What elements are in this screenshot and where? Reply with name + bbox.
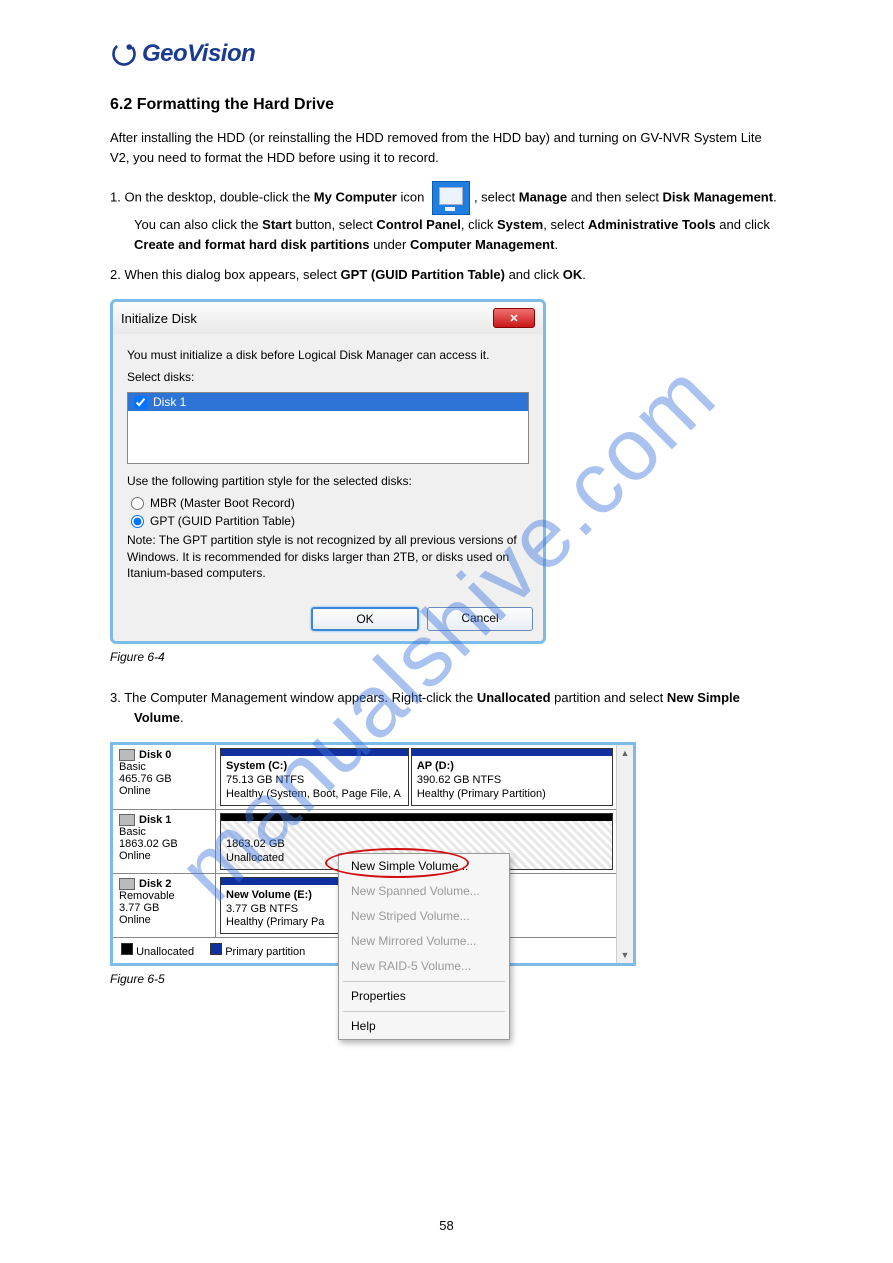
logo-text: GeoVision bbox=[142, 40, 255, 68]
scroll-up-icon[interactable]: ▲ bbox=[621, 745, 630, 761]
scrollbar[interactable]: ▲ ▼ bbox=[616, 745, 633, 963]
legend-swatch-unallocated bbox=[121, 943, 133, 955]
disk-row-0: Disk 0 Basic 465.76 GB Online System (C:… bbox=[113, 745, 617, 808]
partition-system-c[interactable]: System (C:)75.13 GB NTFSHealthy (System,… bbox=[220, 748, 409, 805]
disk-icon bbox=[119, 814, 135, 826]
partition-ap-d[interactable]: AP (D:)390.62 GB NTFSHealthy (Primary Pa… bbox=[411, 748, 613, 805]
disk-icon bbox=[119, 878, 135, 890]
scroll-down-icon[interactable]: ▼ bbox=[621, 947, 630, 963]
menu-new-mirrored-volume: New Mirrored Volume... bbox=[339, 929, 509, 954]
dialog-message: You must initialize a disk before Logica… bbox=[127, 348, 529, 362]
menu-separator bbox=[343, 1011, 505, 1012]
radio-gpt[interactable]: GPT (GUID Partition Table) bbox=[131, 514, 529, 528]
menu-new-striped-volume: New Striped Volume... bbox=[339, 904, 509, 929]
dialog-title: Initialize Disk bbox=[121, 311, 197, 326]
intro-paragraph: After installing the HDD (or reinstallin… bbox=[110, 128, 783, 167]
partition-new-volume-e[interactable]: New Volume (E:)3.77 GB NTFSHealthy (Prim… bbox=[220, 877, 350, 934]
brand-logo: GeoVision bbox=[110, 40, 783, 68]
step-3: 3. The Computer Management window appear… bbox=[110, 688, 783, 728]
logo-mark-icon bbox=[110, 40, 138, 68]
step-2: 2. When this dialog box appears, select … bbox=[110, 265, 783, 285]
dialog-note: Note: The GPT partition style is not rec… bbox=[127, 532, 529, 581]
menu-new-raid5-volume: New RAID-5 Volume... bbox=[339, 954, 509, 979]
legend-swatch-primary bbox=[210, 943, 222, 955]
ok-button[interactable]: OK bbox=[311, 607, 419, 631]
menu-separator bbox=[343, 981, 505, 982]
disk-listbox[interactable]: Disk 1 bbox=[127, 392, 529, 464]
disk-checkbox[interactable] bbox=[134, 396, 147, 409]
radio-gpt-input[interactable] bbox=[131, 515, 144, 528]
figure-1-caption: Figure 6-4 bbox=[110, 650, 783, 664]
radio-mbr[interactable]: MBR (Master Boot Record) bbox=[131, 496, 529, 510]
cancel-button[interactable]: Cancel bbox=[427, 607, 533, 631]
menu-help[interactable]: Help bbox=[339, 1014, 509, 1039]
disk-0-info: Disk 0 Basic 465.76 GB Online bbox=[113, 745, 216, 808]
select-disks-label: Select disks: bbox=[127, 370, 529, 384]
context-menu: New Simple Volume... New Spanned Volume.… bbox=[338, 853, 510, 1040]
my-computer-icon bbox=[432, 181, 470, 215]
menu-new-simple-volume[interactable]: New Simple Volume... bbox=[339, 854, 509, 879]
close-button[interactable]: ✕ bbox=[493, 308, 535, 328]
radio-mbr-input[interactable] bbox=[131, 497, 144, 510]
step-1: 1. On the desktop, double-click the My C… bbox=[110, 181, 783, 255]
menu-new-spanned-volume: New Spanned Volume... bbox=[339, 879, 509, 904]
partition-style-label: Use the following partition style for th… bbox=[127, 474, 529, 488]
figure-initialize-disk: Initialize Disk ✕ You must initialize a … bbox=[110, 299, 783, 664]
disk-list-item[interactable]: Disk 1 bbox=[128, 393, 528, 411]
disk-icon bbox=[119, 749, 135, 761]
initialize-disk-dialog: Initialize Disk ✕ You must initialize a … bbox=[110, 299, 546, 644]
section-heading: 6.2 Formatting the Hard Drive bbox=[110, 96, 783, 114]
disk-management-window: Disk 0 Basic 465.76 GB Online System (C:… bbox=[110, 742, 636, 966]
figure-disk-management: Disk 0 Basic 465.76 GB Online System (C:… bbox=[110, 742, 783, 986]
menu-properties[interactable]: Properties bbox=[339, 984, 509, 1009]
page-number: 58 bbox=[0, 1218, 893, 1233]
disk-1-info: Disk 1 Basic 1863.02 GB Online bbox=[113, 810, 216, 873]
disk-2-info: Disk 2 Removable 3.77 GB Online bbox=[113, 874, 216, 937]
